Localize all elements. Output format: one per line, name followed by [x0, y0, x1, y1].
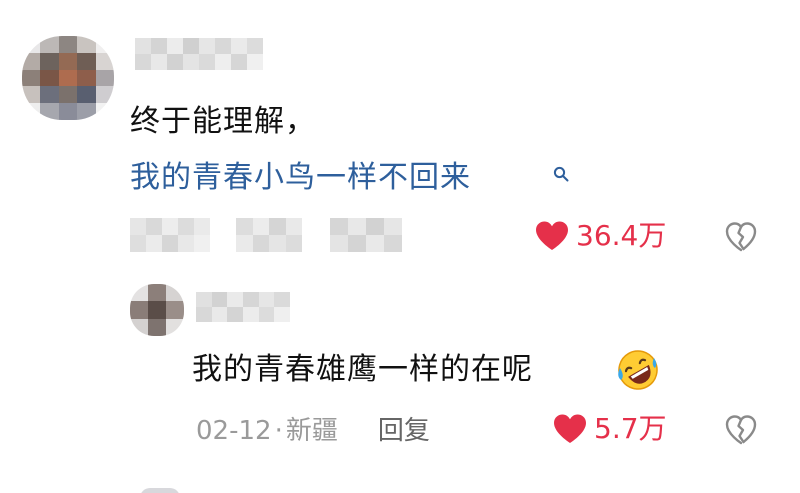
- reply-text: 我的青春雄鹰一样的在呢: [192, 352, 533, 387]
- reply-like-button[interactable]: 5.7万: [552, 411, 667, 447]
- reply-avatar[interactable]: [130, 284, 184, 336]
- reply-username-blurred[interactable]: [196, 292, 290, 322]
- rolling-on-floor-laughing-emoji: [618, 350, 658, 390]
- like-button[interactable]: 36.4万: [534, 218, 666, 254]
- username-blurred[interactable]: [135, 38, 263, 70]
- comment-screen: 终于能理解， 我的青春小鸟一样不回来 36.4万 我的青春雄鹰一样的在呢 02-…: [0, 0, 800, 493]
- meta-separator: ·: [274, 416, 283, 446]
- reply-date: 02-12: [196, 416, 272, 446]
- reply-location: 新疆: [285, 416, 338, 446]
- comment-text-line: 终于能理解，: [130, 104, 316, 139]
- comment-date-blurred: [130, 218, 210, 252]
- search-icon[interactable]: [553, 166, 569, 182]
- reply-meta: 02-12 · 新疆 回复: [196, 414, 430, 448]
- reply-like-count: 5.7万: [594, 412, 667, 445]
- avatar[interactable]: [22, 36, 114, 120]
- comment-search-link[interactable]: 我的青春小鸟一样不回来: [130, 158, 471, 198]
- heart-icon: [536, 221, 568, 250]
- broken-heart-icon[interactable]: [724, 413, 758, 447]
- reply-button-blurred[interactable]: [330, 218, 402, 252]
- comment-location-blurred: [236, 218, 302, 252]
- heart-icon: [554, 414, 586, 443]
- broken-heart-icon[interactable]: [724, 220, 758, 254]
- next-comment-avatar: [140, 488, 180, 493]
- reply-button[interactable]: 回复: [378, 414, 430, 448]
- like-count: 36.4万: [576, 219, 667, 252]
